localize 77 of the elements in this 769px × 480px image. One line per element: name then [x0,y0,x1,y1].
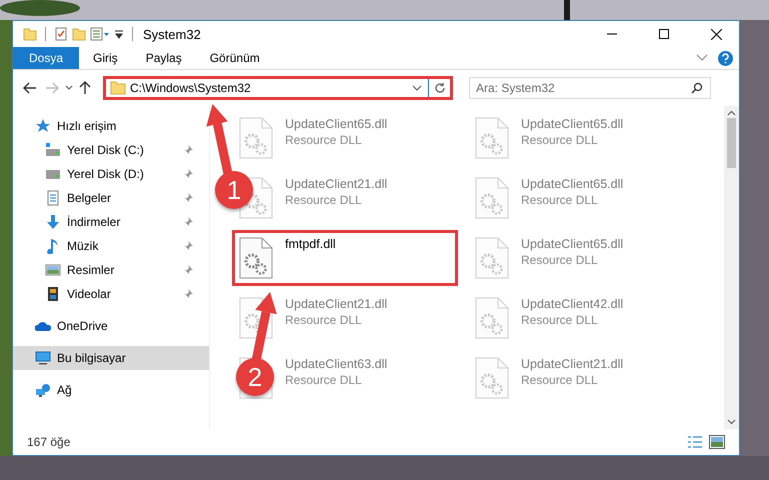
search-field[interactable]: Ara: System32 [469,77,711,99]
network-icon [35,382,51,398]
gear-file-icon [475,357,509,399]
dropdown-icon[interactable] [114,29,124,39]
file-name[interactable]: UpdateClient65.dll [521,237,624,251]
drive-c-icon [45,142,61,158]
sidebar-item[interactable]: İndirmeler [13,210,197,234]
details-view-icon[interactable] [687,435,703,449]
checklist-icon[interactable] [54,27,68,41]
file-name[interactable]: UpdateClient65.dll [285,117,388,131]
close-icon [710,28,722,40]
pictures-icon [45,262,61,278]
file-name[interactable]: UpdateClient63.dll [285,357,388,371]
gear-file-icon [239,117,273,159]
sidebar-item[interactable]: Hızlı erişim [13,114,197,138]
gear-file-icon [475,177,509,219]
gear-file-icon [475,117,509,159]
refresh-icon [434,82,446,94]
scrollbar-thumb[interactable] [727,118,736,168]
file-type: Resource DLL [521,253,599,267]
gear-file-icon [475,297,509,339]
chevron-down-icon[interactable] [696,54,708,62]
sidebar-item[interactable]: OneDrive [13,314,197,338]
back-arrow-icon [23,82,37,94]
sidebar-item[interactable]: Müzik [13,234,197,258]
sidebar-item[interactable]: Resimler [13,258,197,282]
up-arrow-icon [79,81,91,95]
minimize-icon [607,33,617,35]
docs-icon [45,190,61,206]
sidebar-item[interactable]: Belgeler [13,186,197,210]
tiles-view-icon[interactable] [709,435,725,449]
ribbon-tab[interactable]: Giriş [79,47,132,69]
file-tab[interactable]: Dosya [13,47,80,69]
address-bar[interactable]: C:\Windows\System32 [103,76,453,100]
chevron-down-icon[interactable] [65,85,73,91]
file-type: Resource DLL [285,373,363,387]
gear-file-icon [239,237,273,279]
ribbon-tab[interactable]: Paylaş [132,47,196,69]
scroll-down-icon[interactable] [727,419,736,425]
pc-icon [35,350,51,366]
up-button[interactable] [77,79,93,97]
file-name[interactable]: UpdateClient21.dll [285,297,388,311]
file-type: Resource DLL [521,313,599,327]
star-icon [35,118,51,134]
download-icon [45,214,61,230]
scrollbar[interactable] [724,106,739,429]
file-type: Resource DLL [521,133,599,147]
file-name[interactable]: UpdateClient21.dll [285,177,388,191]
forward-arrow-icon [45,82,59,94]
sidebar-item[interactable]: Videolar [13,282,197,306]
ribbon-tab[interactable]: Görünüm [196,47,274,69]
file-type: Resource DLL [521,193,599,207]
chevron-down-icon[interactable] [412,85,422,91]
folder-icon [110,80,126,96]
video-icon [45,286,61,302]
scroll-up-icon[interactable] [727,110,736,116]
sidebar-item[interactable]: Bu bilgisayar [13,346,209,370]
search-icon [691,82,703,94]
file-type: Resource DLL [285,133,363,147]
help-icon[interactable] [718,50,733,66]
file-name[interactable]: UpdateClient42.dll [521,297,624,311]
window-title: System32 [143,26,201,42]
file-name[interactable]: fmtpdf.dll [285,237,336,251]
back-button[interactable] [21,80,39,96]
sidebar-item[interactable]: Yerel Disk (C:) [13,138,197,162]
file-name[interactable]: UpdateClient65.dll [521,117,624,131]
item-count: 167 öğe [27,435,72,449]
properties-icon[interactable] [90,27,110,41]
file-name[interactable]: UpdateClient21.dll [521,357,624,371]
file-type: Resource DLL [285,193,363,207]
sidebar-item[interactable]: Ağ [13,378,197,402]
gear-file-icon [475,237,509,279]
maximize-icon [659,29,669,39]
sidebar-item[interactable]: Yerel Disk (D:) [13,162,197,186]
file-type: Resource DLL [285,313,363,327]
file-name[interactable]: UpdateClient65.dll [521,177,624,191]
file-type: Resource DLL [521,373,599,387]
